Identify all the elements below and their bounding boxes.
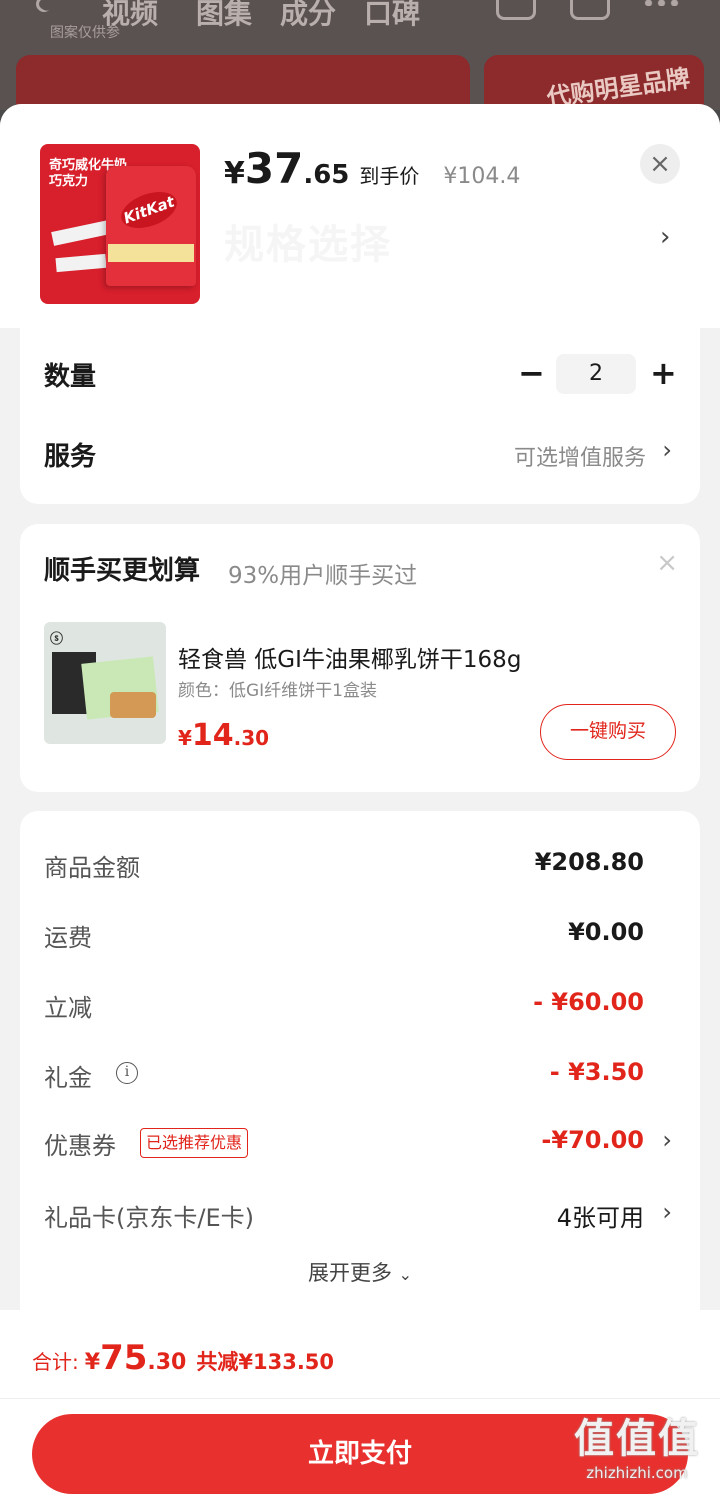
expand-more-button[interactable]: 展开更多 ⌄ (20, 1257, 700, 1287)
bg-tab-gallery: 图集 (196, 0, 253, 30)
upsell-subtitle: 93%用户顺手买过 (228, 563, 418, 589)
upsell-brand-logo: ⓢ (50, 632, 64, 647)
order-total: 合计: ¥75.30 共减¥133.50 (32, 1338, 334, 1378)
total-decimal: .30 (147, 1350, 187, 1375)
watermark-logo-text: 值值值 (574, 1416, 700, 1462)
summary-label: 立减 (44, 994, 92, 1022)
one-click-buy-button[interactable]: 一键购买 (540, 704, 676, 760)
summary-value: - ¥3.50 (549, 1058, 644, 1086)
upsell-card: 顺手买更划算 93%用户顺手买过 × ⓢ 轻食兽 低GI牛油果椰乳饼干168g … (20, 524, 700, 792)
chevron-right-icon[interactable]: › (662, 436, 672, 464)
price-currency: ¥ (224, 156, 245, 191)
summary-row-gift-money: 礼金 i - ¥3.50 (20, 1054, 700, 1094)
biscuit-image (110, 692, 156, 718)
summary-value: -¥70.00 (541, 1126, 644, 1154)
total-label: 合计: (32, 1350, 79, 1374)
service-option-link[interactable]: 可选增值服务 (514, 440, 646, 472)
upsell-close-icon[interactable]: × (656, 548, 678, 578)
share-icon (570, 0, 610, 20)
close-button[interactable]: × (640, 144, 680, 184)
quantity-label: 数量 (44, 362, 97, 392)
info-icon[interactable]: i (116, 1062, 138, 1084)
quantity-plus-button[interactable]: + (650, 354, 677, 392)
price-row: ¥37.65 到手价 ¥104.4 (224, 144, 520, 194)
order-summary-card: 商品金额 ¥208.80 运费 ¥0.00 立减 - ¥60.00 礼金 i -… (20, 811, 700, 1331)
chevron-right-icon[interactable]: › (662, 1126, 672, 1154)
quantity-service-card: 数量 − 2 + 服务 可选增值服务 › (20, 326, 700, 504)
watermark-url: zhizhizhi.com (586, 1464, 688, 1482)
summary-row-instant-discount: 立减 - ¥60.00 (20, 984, 700, 1024)
total-saved: 共减¥133.50 (196, 1350, 335, 1374)
divider (0, 1398, 720, 1399)
summary-row-gift-card[interactable]: 礼品卡(京东卡/E卡) 4张可用 › (20, 1194, 700, 1234)
faded-spec-title: 规格选择 (224, 222, 392, 268)
upsell-price-integer: 14 (191, 718, 234, 753)
summary-row-goods-amount: 商品金额 ¥208.80 (20, 844, 700, 884)
summary-row-coupon[interactable]: 优惠券 已选推荐优惠 -¥70.00 › (20, 1122, 700, 1162)
quantity-minus-button[interactable]: − (518, 356, 545, 390)
final-price: ¥37.65 (224, 144, 349, 193)
summary-label: 礼品卡(京东卡/E卡) (44, 1204, 254, 1232)
upsell-product-spec: 颜色：低GI纤维饼干1盒装 (178, 681, 378, 701)
checkout-sheet: 奇巧威化牛奶巧克力 KitKat ¥37.65 到手价 ¥104.4 规格选择 … (0, 104, 720, 1496)
chocolate-bar-image (51, 220, 111, 246)
summary-value: ¥208.80 (534, 848, 644, 876)
star-icon (496, 0, 536, 20)
total-integer: 75 (100, 1338, 148, 1378)
summary-value: - ¥60.00 (533, 988, 644, 1016)
chocolate-bar-image (55, 253, 107, 273)
site-watermark: 值值值 zhizhizhi.com (562, 1406, 712, 1482)
more-icon (642, 0, 682, 6)
summary-row-shipping: 运费 ¥0.00 (20, 914, 700, 954)
bg-note: 图案仅供参 (50, 25, 120, 41)
upsell-product-image[interactable]: ⓢ (44, 622, 166, 744)
bg-tab-ingredients: 成分 (280, 0, 337, 30)
chevron-right-icon[interactable]: › (662, 1198, 672, 1226)
quantity-input[interactable]: 2 (556, 354, 636, 394)
product-header: 奇巧威化牛奶巧克力 KitKat ¥37.65 到手价 ¥104.4 规格选择 … (0, 104, 720, 328)
coupon-badge: 已选推荐优惠 (140, 1128, 249, 1158)
summary-label: 优惠券 (44, 1132, 116, 1160)
product-image[interactable]: 奇巧威化牛奶巧克力 KitKat (40, 144, 200, 304)
service-label: 服务 (44, 442, 97, 472)
price-decimal: .65 (303, 160, 350, 190)
summary-label: 商品金额 (44, 854, 140, 882)
upsell-price-currency: ¥ (178, 726, 192, 750)
chevron-down-icon: ⌄ (398, 1265, 413, 1284)
price-tag: 到手价 (359, 164, 420, 188)
summary-label: 礼金 (44, 1064, 92, 1092)
upsell-title: 顺手买更划算 (44, 556, 201, 586)
summary-value: 4张可用 (556, 1204, 644, 1232)
bg-tab-reviews: 口碑 (364, 0, 421, 30)
upsell-product-name[interactable]: 轻食兽 低GI牛油果椰乳饼干168g (178, 640, 521, 674)
back-icon (32, 0, 56, 16)
bag-label-strip (108, 244, 194, 262)
upsell-price-decimal: .30 (233, 726, 270, 750)
expand-more-label: 展开更多 (307, 1261, 392, 1285)
chevron-right-icon[interactable]: › (660, 222, 670, 252)
price-integer: 37 (244, 144, 304, 193)
total-currency: ¥ (84, 1350, 101, 1375)
upsell-price: ¥14.30 (178, 718, 269, 753)
summary-label: 运费 (44, 924, 92, 952)
summary-value: ¥0.00 (568, 918, 644, 946)
original-price: ¥104.4 (443, 164, 521, 189)
